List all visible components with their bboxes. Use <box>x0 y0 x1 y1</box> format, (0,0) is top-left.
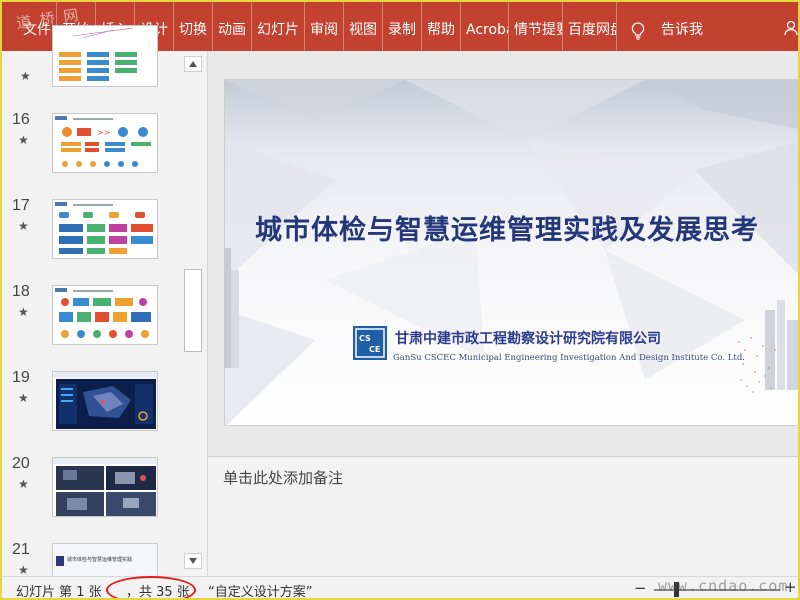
slide-thumbnail-20[interactable]: 20 ★ <box>2 455 180 533</box>
thumb-21-title: 城市体检与智慧运维管理实践 <box>67 557 133 563</box>
slide-thumbnail-21[interactable]: 21 ★ 城市体检与智慧运维管理实践 <box>2 541 180 581</box>
slide-thumb-image[interactable]: 城市体检与智慧运维管理实践 <box>52 543 158 579</box>
slide-thumb-image[interactable] <box>52 285 158 345</box>
svg-text:>>: >> <box>97 128 110 137</box>
lightbulb-icon[interactable] <box>629 2 647 51</box>
animation-star-icon: ★ <box>18 563 29 577</box>
slide-thumb-image[interactable] <box>52 371 158 431</box>
powerpoint-window: 文件 开始 插入 设计 切换 动画 幻灯片 审阅 视图 录制 帮助 Acroba… <box>0 0 800 600</box>
organization-name: 甘肃中建市政工程勘察设计研究院有限公司 <box>395 331 661 347</box>
slide-thumb-image[interactable] <box>52 199 158 259</box>
slide-thumbnail-19[interactable]: 19 ★ <box>2 369 180 447</box>
animation-star-icon: ★ <box>18 305 29 319</box>
slide-number: 17 <box>12 197 30 214</box>
tab-baidu-netdisk[interactable]: 百度网盘 <box>563 2 617 51</box>
tab-slideshow[interactable]: 幻灯片 <box>252 2 305 51</box>
theme-name: “自定义设计方案” <box>208 585 313 600</box>
slide-indicator[interactable]: 幻灯片 第 1 张 <box>16 581 102 598</box>
organization-name-english: GanSu CSCEC Municipal Engineering Invest… <box>393 353 745 363</box>
slide-thumb-image[interactable] <box>52 25 158 87</box>
current-slide[interactable]: 城市体检与智慧运维管理实践及发展思考 CS CE 甘肃中建市政工程勘察设计研究院… <box>224 79 798 426</box>
account-icon[interactable] <box>784 20 798 40</box>
animation-star-icon: ★ <box>18 219 29 233</box>
thumbnail-scrollbar[interactable] <box>184 56 202 574</box>
slide-thumb-image[interactable] <box>52 457 158 517</box>
slide-thumb-image[interactable]: >> <box>52 113 158 173</box>
tab-help[interactable]: 帮助 <box>422 2 461 51</box>
notes-pane[interactable]: 单击此处添加备注 <box>207 456 798 576</box>
scroll-thumb[interactable] <box>184 269 202 352</box>
red-highlight-circle <box>106 576 196 598</box>
slide-thumbnail-18[interactable]: 18 ★ <box>2 283 180 361</box>
slide-thumbnail-17[interactable]: 17 ★ <box>2 197 180 275</box>
tab-animations[interactable]: 动画 <box>213 2 252 51</box>
slide-number: 19 <box>12 369 30 386</box>
tab-review[interactable]: 审阅 <box>305 2 344 51</box>
svg-text:CE: CE <box>369 345 380 354</box>
animation-star-icon: ★ <box>18 133 29 147</box>
slide-number: 16 <box>12 111 30 128</box>
scroll-up-button[interactable] <box>184 56 202 72</box>
tab-record[interactable]: 录制 <box>383 2 422 51</box>
slide-number: 20 <box>12 455 30 472</box>
slide-number: 18 <box>12 283 30 300</box>
animation-star-icon: ★ <box>20 69 31 83</box>
slide-thumbnail-15[interactable]: ★ <box>2 25 180 103</box>
tab-storyboard[interactable]: 情节提要 <box>509 2 563 51</box>
tab-view[interactable]: 视图 <box>344 2 383 51</box>
svg-text:CS: CS <box>359 334 371 343</box>
slide-thumbnail-16[interactable]: 16 ★ >> <box>2 111 180 189</box>
tab-acrobat[interactable]: Acrobat <box>461 2 509 51</box>
slide-title[interactable]: 城市体检与智慧运维管理实践及发展思考 <box>255 208 759 247</box>
slide-number: 21 <box>12 541 30 558</box>
zoom-in-button[interactable]: + <box>784 578 797 596</box>
zoom-out-button[interactable]: − <box>634 579 647 597</box>
scroll-down-button[interactable] <box>184 553 202 569</box>
notes-placeholder[interactable]: 单击此处添加备注 <box>223 467 343 488</box>
animation-star-icon: ★ <box>18 391 29 405</box>
slide-thumbnail-pane[interactable]: ★ 16 ★ >> 17 ★ 18 ★ 19 ★ 20 ★ 21 ★ 城市体检与… <box>2 25 207 579</box>
company-logo-icon: CS CE <box>353 326 387 360</box>
tell-me-search[interactable]: 告诉我 <box>661 2 703 51</box>
site-watermark: www.cndao.com <box>658 577 789 595</box>
status-bar: 幻灯片 第 1 张 ，共 35 张 “自定义设计方案” − www.cndao.… <box>2 576 798 600</box>
animation-star-icon: ★ <box>18 477 29 491</box>
slide-editing-area: 城市体检与智慧运维管理实践及发展思考 CS CE 甘肃中建市政工程勘察设计研究院… <box>207 51 798 456</box>
